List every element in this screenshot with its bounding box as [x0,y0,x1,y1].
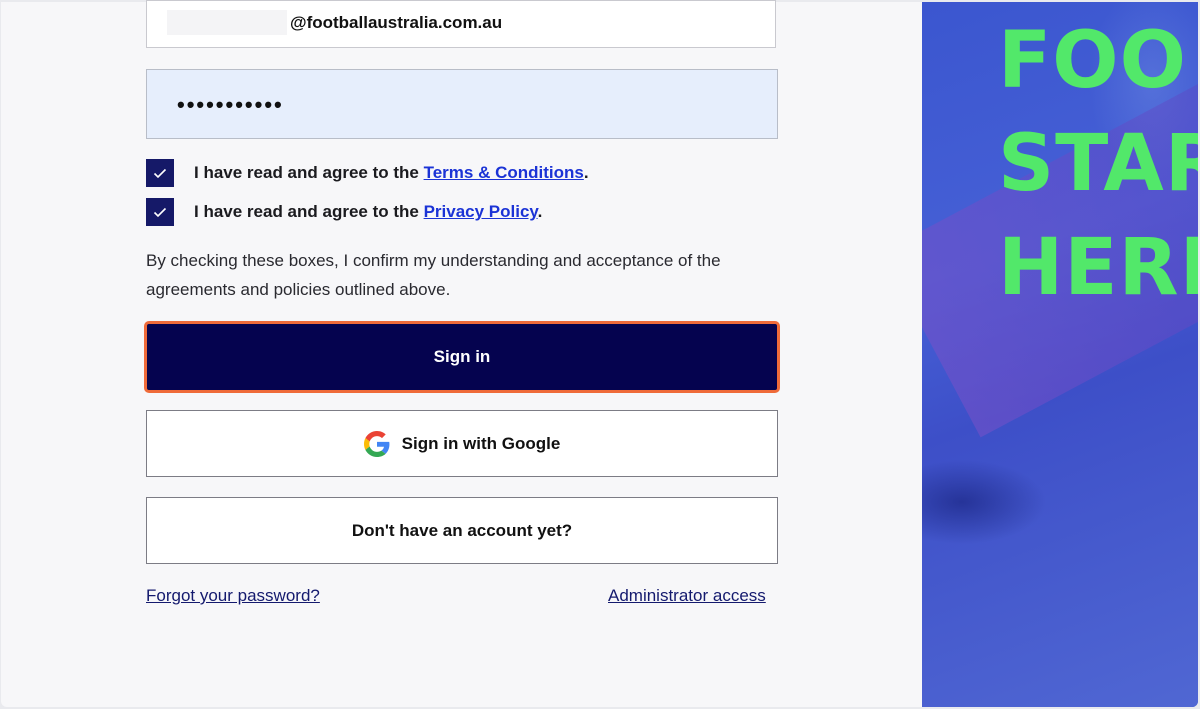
hero-headline-line-3: HERI [998,223,1198,313]
terms-label-suffix: . [583,163,589,182]
checkmark-icon [153,207,167,217]
terms-checkbox[interactable] [146,159,174,187]
checkmark-icon [153,168,167,178]
terms-label: I have read and agree to the Terms & Con… [194,163,589,183]
email-domain-text: @footballaustralia.com.au [290,13,503,32]
administrator-access-link[interactable]: Administrator access [608,586,766,606]
password-masked-value: ••••••••••• [177,92,284,117]
create-account-label: Don't have an account yet? [351,520,573,540]
email-field[interactable]: @footballaustralia.com.au [146,0,776,48]
terms-link[interactable]: Terms & Conditions [424,163,584,182]
privacy-label-prefix: I have read and agree to the [194,202,424,221]
agreement-disclaimer: By checking these boxes, I confirm my un… [146,251,721,299]
sign-in-button-label: Sign in [433,347,491,366]
privacy-label: I have read and agree to the Privacy Pol… [194,202,542,222]
forgot-password-link[interactable]: Forgot your password? [146,586,320,606]
privacy-checkbox[interactable] [146,198,174,226]
privacy-link[interactable]: Privacy Policy [424,202,538,221]
google-icon [363,430,390,457]
privacy-checkbox-row: I have read and agree to the Privacy Pol… [146,198,542,226]
password-field[interactable]: ••••••••••• [146,69,778,139]
terms-checkbox-row: I have read and agree to the Terms & Con… [146,159,589,187]
hero-headline-line-2: STAR [998,119,1198,209]
terms-label-prefix: I have read and agree to the [194,163,424,182]
hero-headline-line-1: FOO [998,16,1187,106]
create-account-button[interactable]: Don't have an account yet? [146,497,778,564]
hero-panel: FOO STAR HERI [922,2,1198,707]
google-sign-in-label: Sign in with Google [401,433,561,453]
sign-in-button[interactable]: Sign in [144,321,780,393]
app-frame: @footballaustralia.com.au ••••••••••• I … [0,0,1200,709]
google-sign-in-button[interactable]: Sign in with Google [146,410,778,477]
login-panel: @footballaustralia.com.au ••••••••••• I … [1,0,922,707]
privacy-label-suffix: . [537,202,543,221]
email-username-redacted [167,10,287,35]
